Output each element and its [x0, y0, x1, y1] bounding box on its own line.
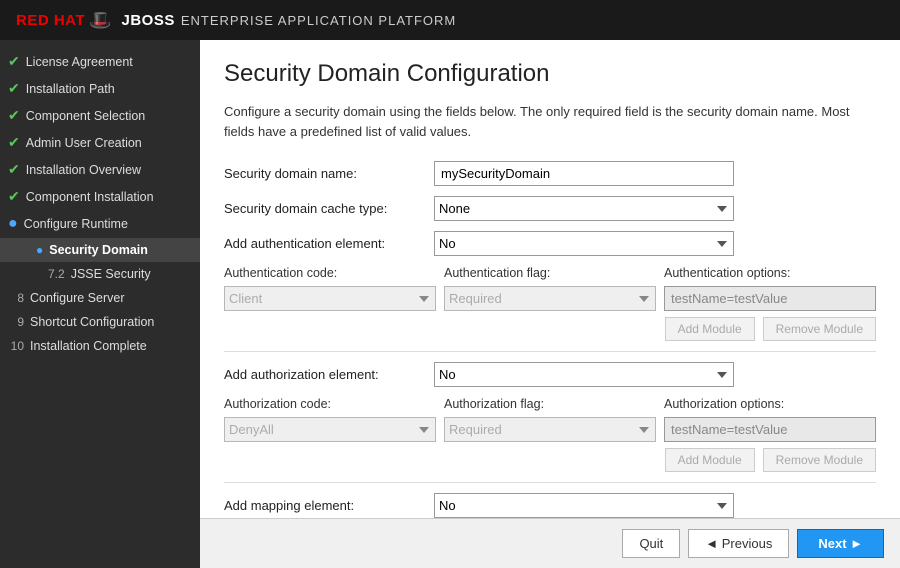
auth-flag-select: Required — [444, 286, 656, 311]
brand-logo: RED HAT 🎩 JBOSS ENTERPRISE APPLICATION P… — [16, 10, 456, 31]
dot-blue-icon: ● — [36, 243, 43, 257]
check-icon: ✔ — [8, 161, 20, 178]
app-header: RED HAT 🎩 JBOSS ENTERPRISE APPLICATION P… — [0, 0, 900, 40]
authz-flag-select: Required — [444, 417, 656, 442]
sidebar: ✔ License Agreement ✔ Installation Path … — [0, 40, 200, 568]
page-title: Security Domain Configuration — [224, 60, 876, 88]
add-auth-row: Add authentication element: No Yes — [224, 231, 876, 256]
add-auth-label: Add authentication element: — [224, 236, 434, 251]
item-number: 9 — [8, 315, 24, 329]
cache-type-control: None — [434, 196, 734, 221]
sidebar-item-component-selection[interactable]: ✔ Component Selection — [0, 102, 200, 129]
hat-icon: 🎩 — [89, 10, 111, 31]
item-number: 8 — [8, 291, 24, 305]
add-auth-select[interactable]: No Yes — [434, 231, 734, 256]
add-auth-control: No Yes — [434, 231, 734, 256]
security-domain-name-input[interactable] — [434, 161, 734, 186]
add-mapping-select[interactable]: No Yes — [434, 493, 734, 518]
main-panel: Security Domain Configuration Configure … — [200, 40, 900, 568]
check-icon: ✔ — [8, 134, 20, 151]
sidebar-item-label: Installation Path — [26, 82, 115, 96]
item-number: 7.2 — [48, 267, 65, 281]
security-domain-name-row: Security domain name: — [224, 161, 876, 186]
check-icon: ✔ — [8, 107, 20, 124]
sidebar-item-label: JSSE Security — [71, 267, 151, 281]
sidebar-item-label: Installation Complete — [30, 339, 147, 353]
subtitle-text: ENTERPRISE APPLICATION PLATFORM — [181, 13, 456, 28]
add-mapping-label: Add mapping element: — [224, 498, 434, 513]
authz-remove-module-button: Remove Module — [763, 448, 876, 472]
jboss-text: JBOSS — [121, 12, 174, 29]
check-icon: ✔ — [8, 188, 20, 205]
cache-type-row: Security domain cache type: None — [224, 196, 876, 221]
add-authz-control: No Yes — [434, 362, 734, 387]
authz-flag-label: Authorization flag: — [444, 397, 656, 411]
authz-code-label: Authorization code: — [224, 397, 436, 411]
auth-options-label: Authentication options: — [664, 266, 876, 280]
sidebar-item-license[interactable]: ✔ License Agreement — [0, 48, 200, 75]
sidebar-item-label: Component Selection — [26, 109, 146, 123]
sidebar-item-label: Configure Server — [30, 291, 125, 305]
sidebar-item-install-path[interactable]: ✔ Installation Path — [0, 75, 200, 102]
sidebar-item-security-domain[interactable]: ● Security Domain — [0, 238, 200, 262]
authz-code-col: Authorization code: DenyAll — [224, 397, 436, 442]
check-icon: ✔ — [8, 80, 20, 97]
auth-add-module-button: Add Module — [665, 317, 755, 341]
auth-remove-module-button: Remove Module — [763, 317, 876, 341]
authz-btn-row: Add Module Remove Module — [224, 448, 876, 472]
add-authz-row: Add authorization element: No Yes — [224, 362, 876, 387]
sidebar-item-jsse[interactable]: 7.2 JSSE Security — [0, 262, 200, 286]
sidebar-item-label: Admin User Creation — [26, 136, 142, 150]
security-domain-name-label: Security domain name: — [224, 166, 434, 181]
auth-options-input — [664, 286, 876, 311]
add-mapping-row: Add mapping element: No Yes — [224, 493, 876, 518]
add-authz-select[interactable]: No Yes — [434, 362, 734, 387]
sidebar-item-install-overview[interactable]: ✔ Installation Overview — [0, 156, 200, 183]
authz-options-input — [664, 417, 876, 442]
sidebar-item-configure-runtime[interactable]: ● Configure Runtime — [0, 210, 200, 238]
sidebar-item-component-install[interactable]: ✔ Component Installation — [0, 183, 200, 210]
cache-type-label: Security domain cache type: — [224, 201, 434, 216]
footer: Quit ◄ Previous Next ► — [200, 518, 900, 568]
authz-flag-col: Authorization flag: Required — [444, 397, 656, 442]
security-domain-name-control — [434, 161, 734, 186]
sidebar-item-label: Configure Runtime — [24, 217, 128, 231]
cache-type-select[interactable]: None — [434, 196, 734, 221]
authz-options-label: Authorization options: — [664, 397, 876, 411]
add-mapping-control: No Yes — [434, 493, 734, 518]
auth-flag-label: Authentication flag: — [444, 266, 656, 280]
authz-code-select: DenyAll — [224, 417, 436, 442]
authz-options-col: Authorization options: — [664, 397, 876, 442]
sidebar-item-configure-server[interactable]: 8 Configure Server — [0, 286, 200, 310]
auth-options-col: Authentication options: — [664, 266, 876, 311]
check-icon: ✔ — [8, 53, 20, 70]
auth-btn-row: Add Module Remove Module — [224, 317, 876, 341]
divider-2 — [224, 482, 876, 483]
auth-flag-col: Authentication flag: Required — [444, 266, 656, 311]
content-area: Security Domain Configuration Configure … — [200, 40, 900, 518]
authz-add-module-button: Add Module — [665, 448, 755, 472]
previous-button[interactable]: ◄ Previous — [688, 529, 789, 558]
add-authz-label: Add authorization element: — [224, 367, 434, 382]
red-hat-text: RED HAT — [16, 12, 85, 29]
dot-icon: ● — [8, 215, 18, 233]
sidebar-item-admin-user[interactable]: ✔ Admin User Creation — [0, 129, 200, 156]
item-number: 10 — [8, 339, 24, 353]
sidebar-item-label: License Agreement — [26, 55, 133, 69]
sidebar-item-label: Component Installation — [26, 190, 154, 204]
divider-1 — [224, 351, 876, 352]
page-description: Configure a security domain using the fi… — [224, 102, 876, 141]
auth-code-col: Authentication code: Client — [224, 266, 436, 311]
sidebar-item-label: Shortcut Configuration — [30, 315, 154, 329]
sidebar-item-install-complete[interactable]: 10 Installation Complete — [0, 334, 200, 358]
auth-code-label: Authentication code: — [224, 266, 436, 280]
authz-multi-col: Authorization code: DenyAll Authorizatio… — [224, 397, 876, 442]
auth-code-select: Client — [224, 286, 436, 311]
sidebar-item-shortcut-config[interactable]: 9 Shortcut Configuration — [0, 310, 200, 334]
auth-multi-col: Authentication code: Client Authenticati… — [224, 266, 876, 311]
sidebar-item-label: Security Domain — [49, 243, 148, 257]
next-button[interactable]: Next ► — [797, 529, 884, 558]
quit-button[interactable]: Quit — [622, 529, 680, 558]
sidebar-item-label: Installation Overview — [26, 163, 141, 177]
